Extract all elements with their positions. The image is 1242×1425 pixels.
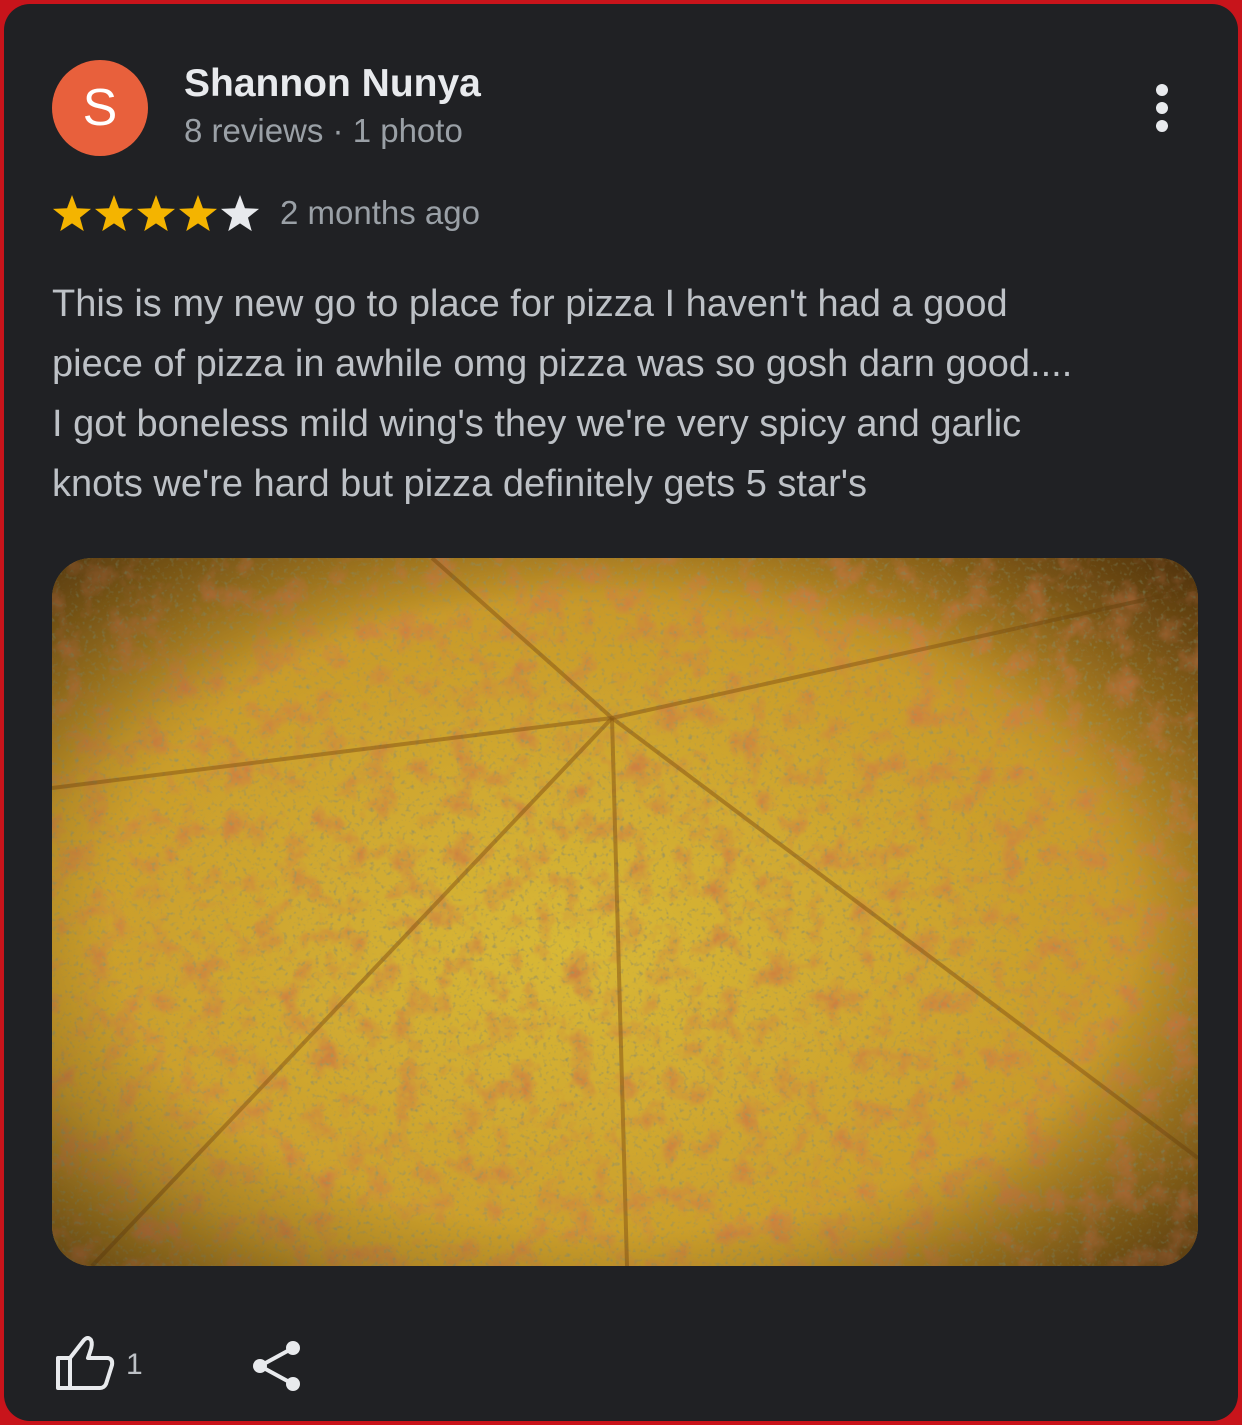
- star-filled-icon: [52, 195, 92, 232]
- thumbs-up-icon[interactable]: [54, 1334, 116, 1392]
- review-card: S Shannon Nunya 8 reviews · 1 photo 2 mo…: [4, 4, 1238, 1421]
- star-empty-icon: [220, 195, 260, 232]
- star-filled-icon: [178, 195, 218, 232]
- pizza-image: [52, 558, 1198, 1266]
- avatar-letter: S: [82, 79, 118, 137]
- pizza-photo[interactable]: [52, 558, 1198, 1266]
- share-icon[interactable]: [250, 1338, 304, 1394]
- avatar[interactable]: S: [52, 60, 148, 156]
- review-text: This is my new go to place for pizza I h…: [52, 283, 1073, 505]
- like-count: 1: [126, 1348, 143, 1381]
- reviewer-meta: 8 reviews · 1 photo: [184, 112, 463, 149]
- star-filled-icon: [136, 195, 176, 232]
- star-filled-icon: [94, 195, 134, 232]
- reviewer-name[interactable]: Shannon Nunya: [184, 62, 481, 106]
- more-vert-icon[interactable]: [1144, 82, 1180, 138]
- star-rating: [52, 194, 262, 236]
- review-time: 2 months ago: [280, 194, 480, 231]
